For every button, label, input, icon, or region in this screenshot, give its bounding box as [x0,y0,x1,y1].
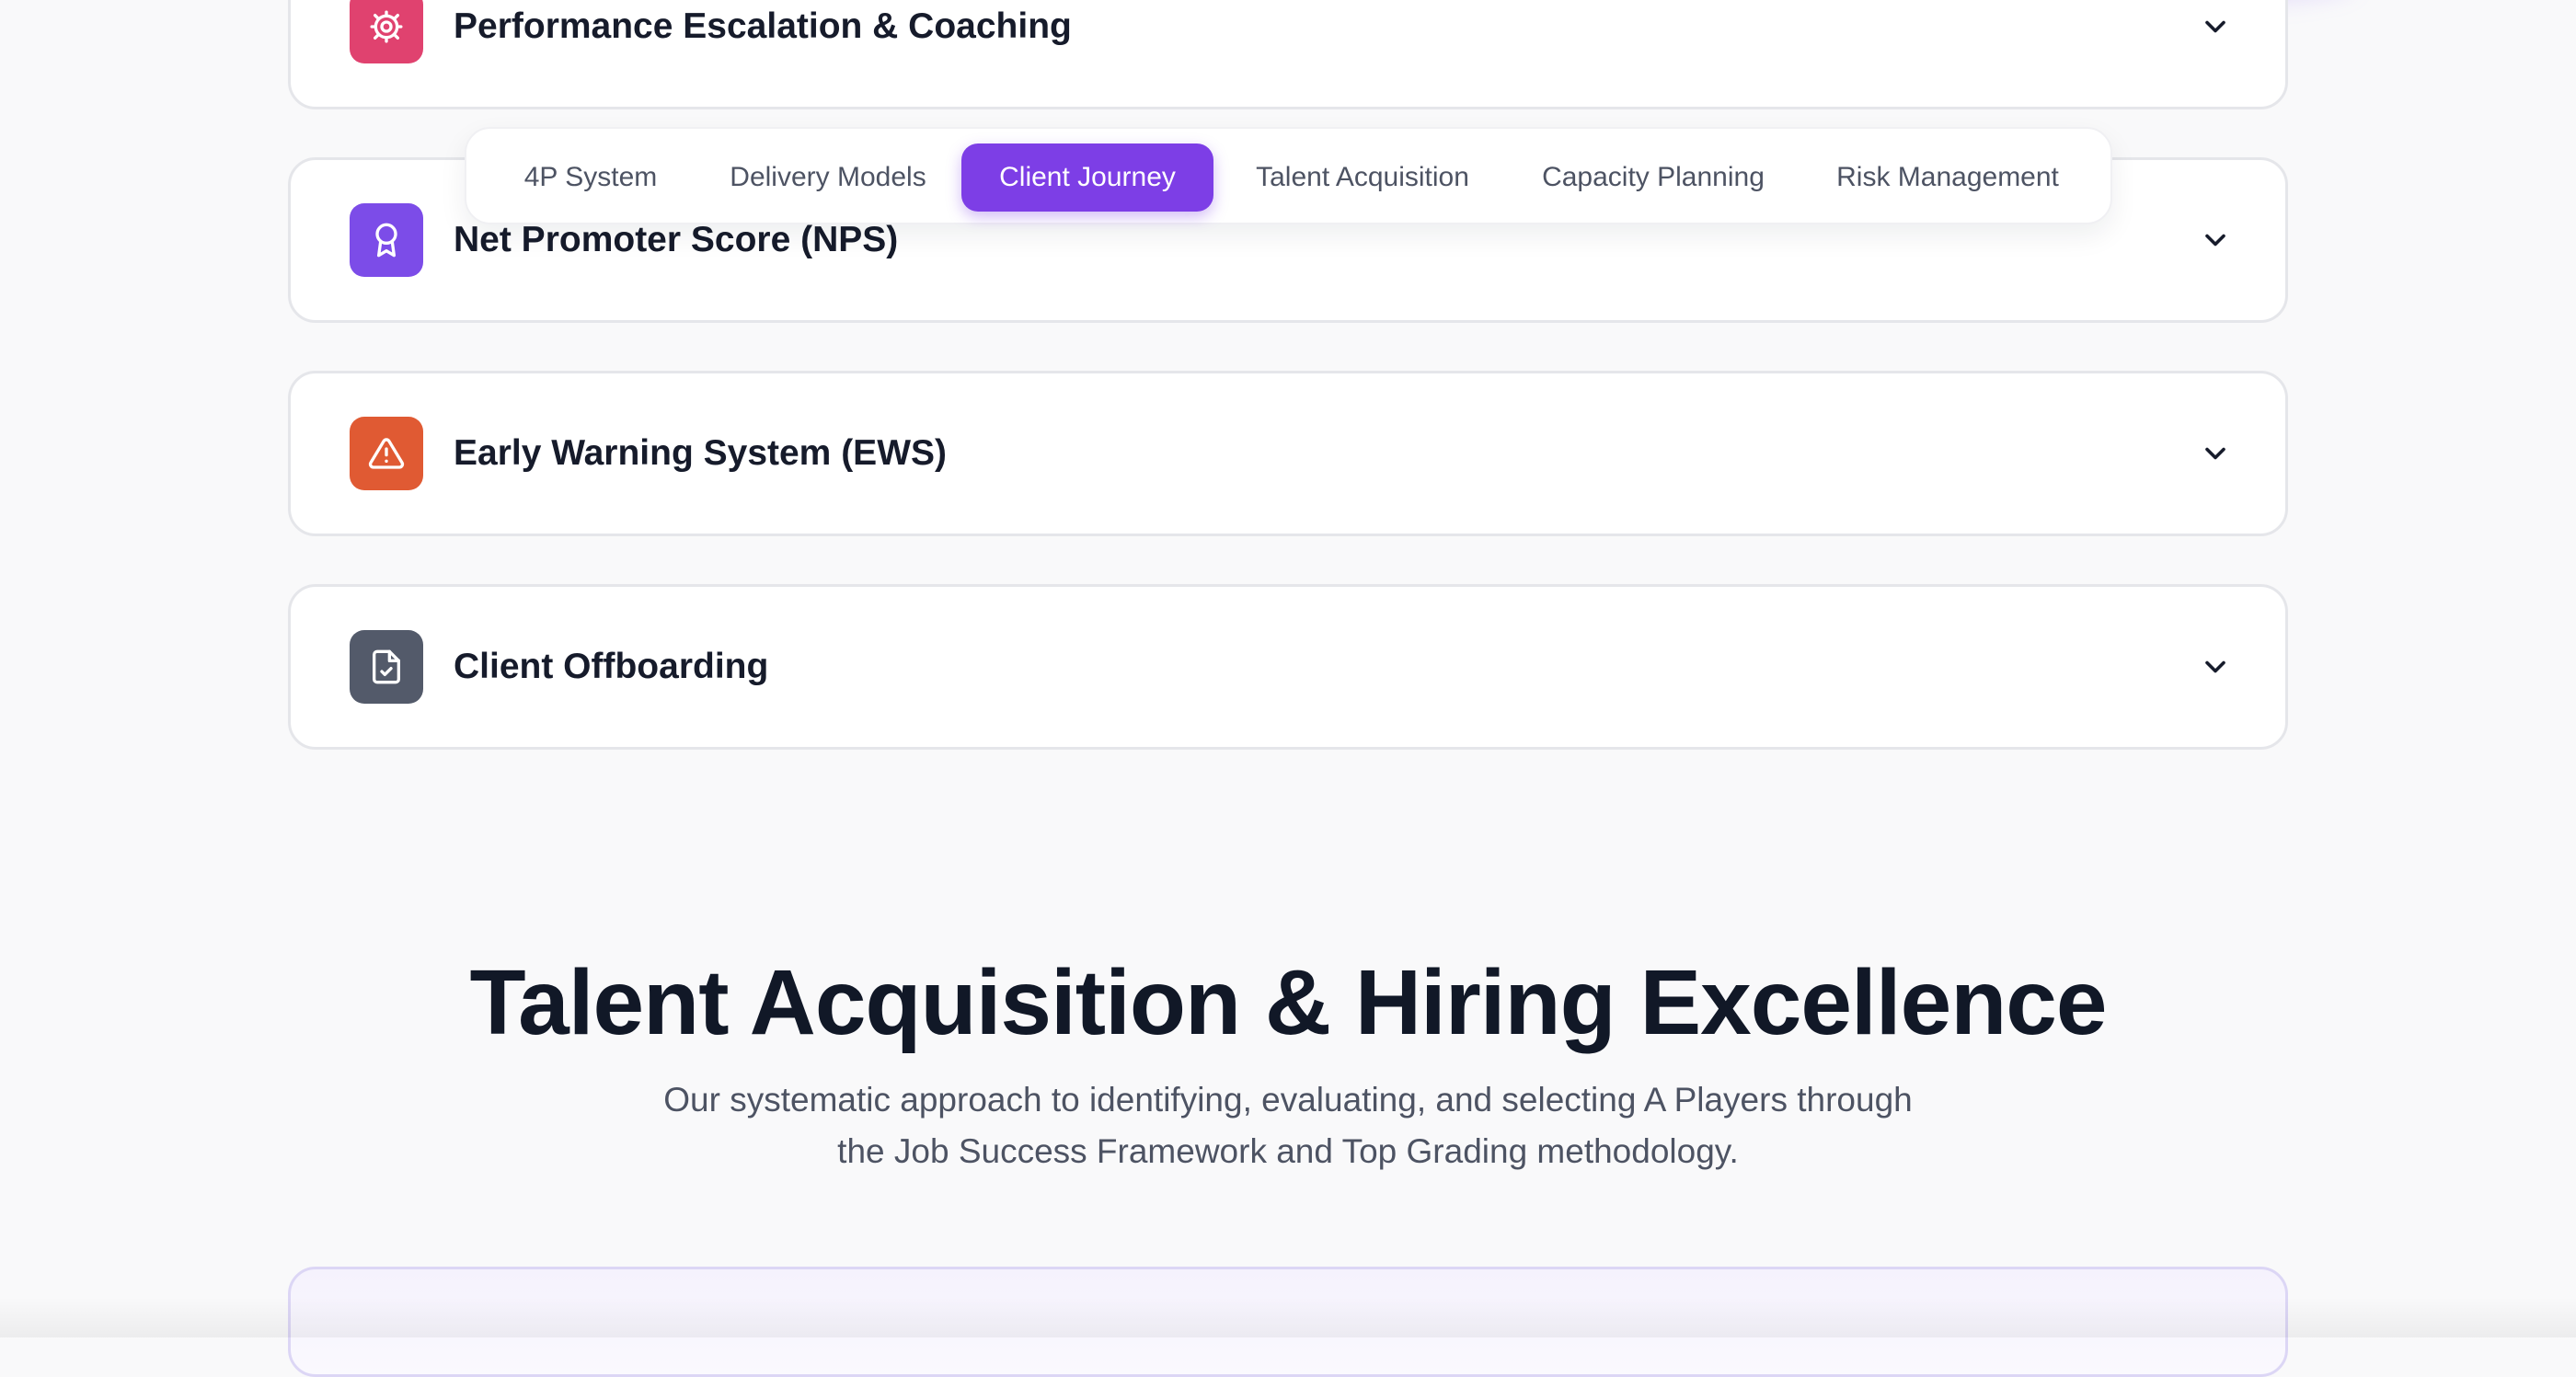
chevron-down-icon[interactable] [2199,650,2232,683]
section-title: Talent Acquisition & Hiring Excellence [469,951,2107,1054]
accordion-title: Client Offboarding [454,647,769,686]
accordion-title: Early Warning System (EWS) [454,433,948,473]
warning-triangle-icon [350,417,423,490]
tab-capacity-planning[interactable]: Capacity Planning [1515,143,1791,212]
section-tab-bar: 4P System Delivery Models Client Journey… [465,127,2112,224]
file-check-icon [350,630,423,704]
accordion-client-offboarding[interactable]: Client Offboarding [288,584,2288,750]
section-subtitle-line: Our systematic approach to identifying, … [663,1081,1913,1119]
accordion-early-warning-system[interactable]: Early Warning System (EWS) [288,371,2288,536]
tab-talent-acquisition[interactable]: Talent Acquisition [1230,143,1495,212]
chevron-down-icon[interactable] [2199,437,2232,470]
section-subtitle-line: the Job Success Framework and Top Gradin… [837,1132,1739,1170]
gear-icon [350,0,423,63]
tab-4p-system[interactable]: 4P System [494,143,687,212]
section-subtitle: Our systematic approach to identifying, … [607,1074,1969,1177]
tab-client-journey[interactable]: Client Journey [961,143,1213,212]
chevron-down-icon[interactable] [2199,224,2232,257]
chevron-down-icon[interactable] [2199,10,2232,43]
content-card [288,1267,2288,1377]
tab-delivery-models[interactable]: Delivery Models [711,143,945,212]
award-icon [350,203,423,277]
accordion-title: Performance Escalation & Coaching [454,6,1072,46]
accordion-performance-escalation[interactable]: Performance Escalation & Coaching [288,0,2288,109]
tab-risk-management[interactable]: Risk Management [1811,143,2084,212]
